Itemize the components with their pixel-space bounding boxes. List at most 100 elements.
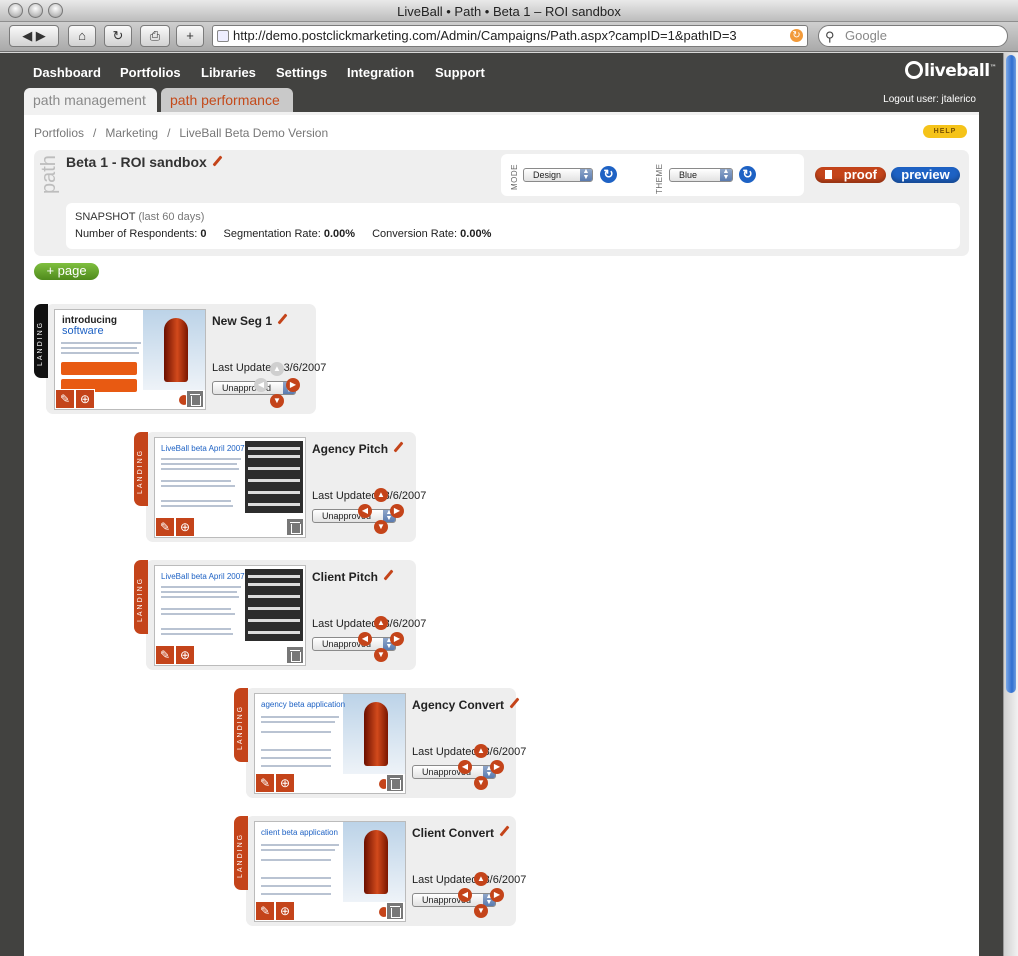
page-name-text: Client Pitch <box>312 570 379 584</box>
breadcrumb-campaign[interactable]: LiveBall Beta Demo Version <box>179 126 328 140</box>
move-up-icon[interactable]: ▲ <box>474 744 488 758</box>
search-field[interactable]: ⚲ Google <box>818 25 1008 47</box>
liveball-logo: liveball™ <box>905 61 997 81</box>
theme-apply-icon[interactable]: ↻ <box>739 166 756 183</box>
page-name-text: Agency Convert <box>412 698 505 712</box>
nav-dashboard[interactable]: Dashboard <box>33 65 101 80</box>
snapback-icon[interactable]: ↻ <box>790 29 803 42</box>
move-right-icon[interactable]: ▶ <box>390 504 404 518</box>
zoom-page-icon[interactable]: ⊕ <box>175 517 195 537</box>
help-button[interactable]: HELP <box>923 125 967 138</box>
browser-toolbar: ◀ ▶ ⌂ ↻ ⎙ + http://demo.postclickmarketi… <box>0 22 1018 52</box>
thumb-text-line <box>261 849 335 851</box>
trash-icon[interactable] <box>286 646 304 664</box>
page-thumbnail[interactable]: LiveBall beta April 2007 ✎ ⊕ <box>154 437 306 538</box>
zoom-page-icon[interactable]: ⊕ <box>75 389 95 409</box>
reload-button[interactable]: ↻ <box>104 25 132 47</box>
landing-flag: LANDING <box>134 432 148 506</box>
nav-portfolios[interactable]: Portfolios <box>120 65 181 80</box>
mode-select[interactable]: Design ▲ ▼ <box>523 168 593 182</box>
path-vertical-label: path <box>38 155 60 194</box>
move-down-icon[interactable]: ▼ <box>374 648 388 662</box>
move-controls: ▲ ◀ ▶ ▼ <box>458 744 508 792</box>
move-down-icon[interactable]: ▼ <box>474 904 488 918</box>
edit-pencil-icon[interactable] <box>383 570 394 581</box>
edit-pencil-icon[interactable] <box>393 442 404 453</box>
edit-page-icon[interactable]: ✎ <box>155 645 175 665</box>
rocket-image <box>164 318 188 382</box>
logo-text: liveball <box>924 61 990 81</box>
trash-icon[interactable] <box>386 902 404 920</box>
breadcrumb-portfolios[interactable]: Portfolios <box>34 126 84 140</box>
print-button[interactable]: ⎙ <box>140 25 170 47</box>
window-titlebar: LiveBall • Path • Beta 1 – ROI sandbox <box>0 0 1018 22</box>
preview-button[interactable]: preview <box>891 167 960 183</box>
edit-pencil-icon[interactable] <box>509 698 520 709</box>
move-left-icon[interactable]: ◀ <box>458 888 472 902</box>
page-card: LANDING introducing software live ✎ ⊕ Ne… <box>34 304 326 414</box>
thumb-form-line <box>261 749 331 751</box>
thumb-headline: LiveBall beta April 2007 <box>161 572 245 581</box>
add-bookmark-button[interactable]: + <box>176 25 204 47</box>
theme-select[interactable]: Blue ▲ ▼ <box>669 168 733 182</box>
move-up-icon[interactable]: ▲ <box>474 872 488 886</box>
edit-pencil-icon[interactable] <box>277 314 288 325</box>
edit-page-icon[interactable]: ✎ <box>255 901 275 921</box>
nav-libraries[interactable]: Libraries <box>201 65 256 80</box>
address-bar[interactable]: http://demo.postclickmarketing.com/Admin… <box>212 25 808 47</box>
vertical-scrollbar[interactable] <box>1003 53 1018 956</box>
move-up-icon[interactable]: ▲ <box>270 362 284 376</box>
move-left-icon[interactable]: ◀ <box>254 378 268 392</box>
logout-user[interactable]: Logout user: jtalerico <box>883 94 976 105</box>
move-up-icon[interactable]: ▲ <box>374 616 388 630</box>
edit-pencil-icon[interactable] <box>499 826 510 837</box>
move-left-icon[interactable]: ◀ <box>358 632 372 646</box>
page-thumbnail[interactable]: LiveBall beta April 2007 ✎ ⊕ <box>154 565 306 666</box>
page-thumbnail[interactable]: client beta application live ✎ ⊕ <box>254 821 406 922</box>
snapshot-stats: Number of Respondents: 0 Segmentation Ra… <box>75 228 505 240</box>
mode-apply-icon[interactable]: ↻ <box>600 166 617 183</box>
move-right-icon[interactable]: ▶ <box>390 632 404 646</box>
thumb-text-line <box>161 591 237 593</box>
page-thumbnail[interactable]: agency beta application live ✎ ⊕ <box>254 693 406 794</box>
move-down-icon[interactable]: ▼ <box>374 520 388 534</box>
edit-page-icon[interactable]: ✎ <box>155 517 175 537</box>
zoom-page-icon[interactable]: ⊕ <box>175 645 195 665</box>
scrollbar-thumb[interactable] <box>1006 55 1016 693</box>
landing-flag: LANDING <box>234 816 248 890</box>
edit-page-icon[interactable]: ✎ <box>255 773 275 793</box>
zoom-page-icon[interactable]: ⊕ <box>275 773 295 793</box>
nav-settings[interactable]: Settings <box>276 65 327 80</box>
move-left-icon[interactable]: ◀ <box>458 760 472 774</box>
thumb-text-line <box>161 468 239 470</box>
trash-icon[interactable] <box>186 390 204 408</box>
nav-support[interactable]: Support <box>435 65 485 80</box>
move-down-icon[interactable]: ▼ <box>270 394 284 408</box>
move-right-icon[interactable]: ▶ <box>490 760 504 774</box>
trash-icon[interactable] <box>286 518 304 536</box>
edit-pencil-icon[interactable] <box>212 156 223 167</box>
tab-path-management[interactable]: path management <box>24 88 157 112</box>
move-down-icon[interactable]: ▼ <box>474 776 488 790</box>
proof-label: proof <box>843 167 877 182</box>
move-right-icon[interactable]: ▶ <box>286 378 300 392</box>
move-right-icon[interactable]: ▶ <box>490 888 504 902</box>
move-up-icon[interactable]: ▲ <box>374 488 388 502</box>
tab-path-performance[interactable]: path performance <box>161 88 293 112</box>
breadcrumb: Portfolios / Marketing / LiveBall Beta Demo … <box>34 126 328 140</box>
thumb-form-line <box>261 893 331 895</box>
trash-icon[interactable] <box>386 774 404 792</box>
move-left-icon[interactable]: ◀ <box>358 504 372 518</box>
breadcrumb-marketing[interactable]: Marketing <box>105 126 158 140</box>
page-thumbnail[interactable]: introducing software live ✎ ⊕ <box>54 309 206 410</box>
home-button[interactable]: ⌂ <box>68 25 96 47</box>
window-title: LiveBall • Path • Beta 1 – ROI sandbox <box>397 4 621 19</box>
back-forward-button[interactable]: ◀ ▶ <box>9 25 59 47</box>
proof-button[interactable]: proof <box>815 167 886 183</box>
snapshot-title: SNAPSHOT (last 60 days) <box>75 211 204 223</box>
zoom-page-icon[interactable]: ⊕ <box>275 901 295 921</box>
add-page-button[interactable]: + page <box>34 263 99 280</box>
nav-integration[interactable]: Integration <box>347 65 414 80</box>
edit-page-icon[interactable]: ✎ <box>55 389 75 409</box>
theme-value: Blue <box>679 170 698 180</box>
